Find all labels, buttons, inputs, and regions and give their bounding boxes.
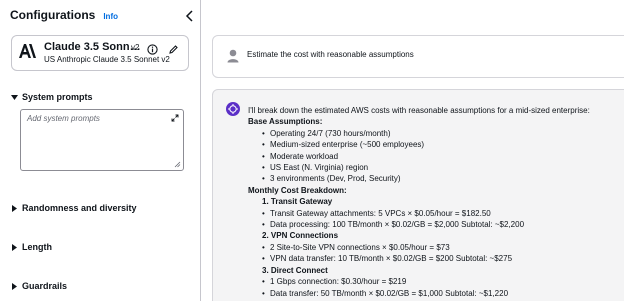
response-intro: I'll break down the estimated AWS costs … [248,106,590,115]
collapse-panel-icon[interactable] [185,9,195,22]
system-prompts-placeholder: Add system prompts [27,114,100,123]
user-avatar-icon [227,49,239,63]
system-prompts-toggle[interactable]: System prompts [11,92,93,102]
list-item: VPN data transfer: 10 TB/month × $0.02/G… [248,253,624,265]
list-item: 2 Site-to-Site VPN connections × $0.05/h… [248,242,624,254]
assistant-message-content: I'll break down the estimated AWS costs … [248,105,624,299]
list-item: 3 environments (Dev, Prod, Security) [248,173,624,185]
list-item: Operating 24/7 (730 hours/month) [248,128,624,140]
randomness-diversity-toggle[interactable]: Randomness and diversity [11,203,137,213]
model-version: v2 [131,43,140,52]
list-item: Transit Gateway attachments: 5 VPCs × $0… [248,208,624,220]
assumptions-heading: Base Assumptions: [248,117,323,127]
caret-right-icon [11,282,18,290]
list-item: Moderate workload [248,151,624,163]
caret-right-icon [11,204,18,212]
list-item: Data transfer: 50 TB/month × $0.02/GB = … [248,288,624,300]
system-prompts-label: System prompts [22,92,93,102]
guardrails-toggle[interactable]: Guardrails [11,281,67,291]
breakdown-heading: Monthly Cost Breakdown: [248,185,347,195]
breakdown-item-title: 2. VPN Connections [262,231,339,241]
caret-down-icon [11,94,18,101]
randomness-diversity-label: Randomness and diversity [22,203,137,213]
breakdown-item-title: 3. Direct Connect [262,265,328,275]
guardrails-label: Guardrails [22,281,68,291]
caret-right-icon [11,243,18,251]
model-subtitle: US Anthropic Claude 3.5 Sonnet v2 [44,55,170,64]
length-label: Length [22,242,52,252]
anthropic-logo-icon [18,43,36,59]
configurations-title: Configurations [10,8,96,22]
list-item: US East (N. Virginia) region [248,162,624,174]
info-link[interactable]: Info [103,12,118,21]
list-item: Data processing: 100 TB/month × $0.02/GB… [248,219,624,231]
edit-icon[interactable] [168,42,179,54]
list-item: 1 Gbps connection: $0.30/hour = $219 [248,276,624,288]
chat-area: Estimate the cost with reasonable assump… [202,0,624,301]
length-toggle[interactable]: Length [11,242,52,252]
list-item: Medium-sized enterprise (~500 employees) [248,139,624,151]
configurations-panel: Configurations Info Claude 3.5 Sonn… v2 … [0,0,201,301]
assistant-message: I'll break down the estimated AWS costs … [212,89,624,301]
info-icon[interactable] [147,42,158,55]
user-message-text: Estimate the cost with reasonable assump… [247,50,414,59]
expand-icon[interactable] [171,114,179,122]
system-prompts-input[interactable]: Add system prompts [20,109,184,171]
breakdown-item-title: 1. Transit Gateway [262,197,333,207]
resize-handle-icon[interactable] [174,161,181,168]
configurations-header: Configurations Info [10,8,118,22]
user-message: Estimate the cost with reasonable assump… [212,35,624,78]
model-name: Claude 3.5 Sonn… [44,41,141,53]
model-selector-card[interactable]: Claude 3.5 Sonn… v2 US Anthropic Claude … [11,35,189,71]
assistant-avatar-icon [226,102,240,116]
